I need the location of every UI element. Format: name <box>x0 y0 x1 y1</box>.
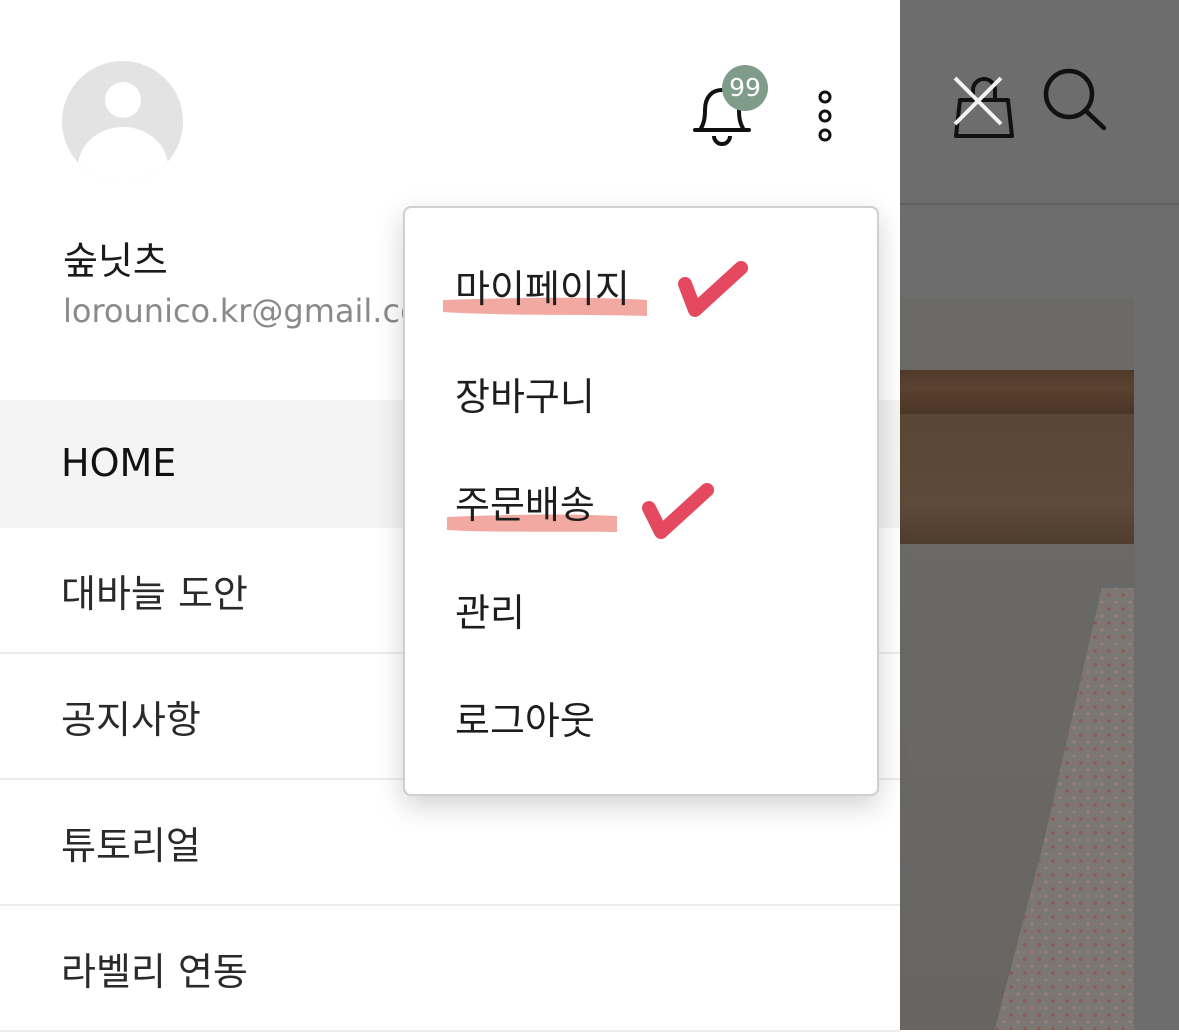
menu-item-orders[interactable]: 주문배송 <box>455 474 595 529</box>
photo-wooden-shelf <box>900 370 1134 414</box>
nav-item-tutorial[interactable]: 튜토리얼 <box>0 780 900 906</box>
checkmark-annotation-icon <box>642 483 714 539</box>
search-icon[interactable] <box>1040 66 1108 132</box>
avatar[interactable] <box>62 61 183 182</box>
account-dropdown-menu: 마이페이지 장바구니 주문배송 관리 로그아웃 <box>403 206 879 796</box>
photo-shelf-shadow <box>900 414 1134 544</box>
menu-item-logout[interactable]: 로그아웃 <box>455 690 595 745</box>
page-overlay[interactable] <box>900 0 1179 1030</box>
shopping-bag-icon[interactable] <box>951 70 1017 140</box>
product-photo <box>900 298 1134 1030</box>
menu-item-cart[interactable]: 장바구니 <box>455 366 595 421</box>
menu-item-admin[interactable]: 관리 <box>455 582 525 637</box>
notification-badge: 99 <box>722 65 768 111</box>
menu-item-mypage[interactable]: 마이페이지 <box>455 258 630 313</box>
checkmark-annotation-icon <box>678 261 748 317</box>
nav-item-label-integration[interactable]: 라벨리 연동 <box>0 906 900 1032</box>
avatar-head-shape <box>105 82 141 118</box>
page-header-divider <box>900 203 1179 205</box>
more-vertical-icon[interactable] <box>810 88 840 144</box>
avatar-body-shape <box>78 127 168 182</box>
profile-email: lorounico.kr@gmail.com <box>63 292 408 330</box>
profile-name: 숲닛츠 <box>63 239 168 283</box>
photo-floral-dress <box>990 588 1134 1030</box>
